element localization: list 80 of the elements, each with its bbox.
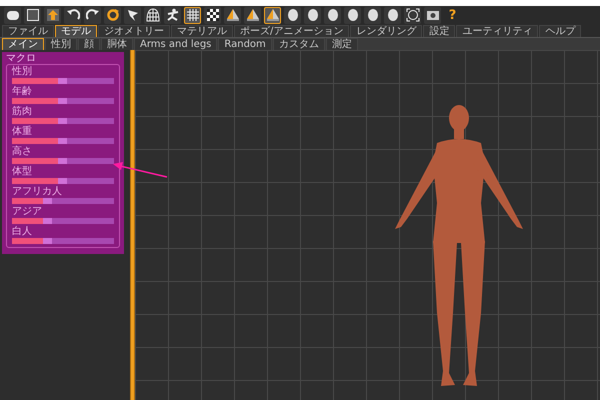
toolbar-button[interactable] [304, 6, 321, 24]
tab[interactable]: マテリアル [171, 25, 233, 37]
tab[interactable]: メイン [2, 38, 44, 50]
slider-track[interactable] [12, 158, 114, 164]
toolbar-button[interactable] [144, 6, 161, 24]
triangle-icon [266, 8, 280, 22]
triangle-icon [246, 8, 260, 22]
toolbar-button[interactable] [224, 6, 241, 24]
toolbar-button[interactable] [44, 6, 61, 24]
toolbar-button[interactable] [124, 6, 141, 24]
slider-label: 体重 [12, 125, 33, 138]
toolbar-button[interactable] [424, 6, 441, 24]
slider-label: 筋肉 [12, 105, 33, 118]
tab[interactable]: ジオメトリー [98, 25, 170, 37]
grid-icon [186, 8, 200, 22]
mesh-dome-icon [146, 8, 160, 22]
redo-icon [86, 8, 100, 22]
tab[interactable]: 性別 [45, 38, 77, 50]
tab[interactable]: 胴体 [101, 38, 133, 50]
annotation-arrow [112, 160, 168, 178]
toolbar-button[interactable] [24, 6, 41, 24]
slider-track[interactable] [12, 218, 114, 224]
toolbar-button[interactable] [384, 6, 401, 24]
slider-label: 高さ [12, 145, 33, 158]
toolbar-button[interactable] [204, 6, 221, 24]
head-icon [286, 8, 300, 22]
slider-label: 白人 [12, 225, 33, 238]
slider-track[interactable] [12, 138, 114, 144]
head-icon [306, 8, 320, 22]
square-icon [26, 8, 40, 22]
tab[interactable]: ユーティリティ [456, 25, 538, 37]
head-icon [386, 8, 400, 22]
triangle-icon [226, 8, 240, 22]
slider-track[interactable] [12, 178, 114, 184]
slider-track[interactable] [12, 198, 114, 204]
toolbar-button[interactable] [84, 6, 101, 24]
head-icon [366, 8, 380, 22]
tab[interactable]: 設定 [423, 25, 456, 37]
refresh-icon [106, 8, 120, 22]
toolbar-button[interactable] [184, 6, 201, 24]
toolbar-button[interactable] [344, 6, 361, 24]
tab[interactable]: ヘルプ [539, 25, 582, 37]
toolbar-button[interactable] [264, 6, 281, 24]
tab[interactable]: レンダリング [350, 25, 422, 37]
tab[interactable]: 測定 [326, 38, 358, 50]
slider-label: 性別 [12, 65, 33, 78]
camera-icon [426, 8, 440, 22]
undo-icon [66, 8, 80, 22]
slider-track[interactable] [12, 78, 114, 84]
tab[interactable]: ファイル [2, 25, 54, 37]
toolbar-button[interactable] [404, 6, 421, 24]
slider-label: 体型 [12, 165, 33, 178]
toolbar-button[interactable] [244, 6, 261, 24]
toolbar-button[interactable] [4, 6, 21, 24]
tab[interactable]: モデル [55, 25, 97, 37]
slider-label: アジア [12, 205, 43, 218]
up-arrow-icon [46, 8, 60, 22]
help-button[interactable]: ? [444, 6, 461, 24]
tab[interactable]: Arms and legs [134, 38, 218, 50]
slider-track[interactable] [12, 118, 114, 124]
slider-label: 年齢 [12, 85, 33, 98]
slider-track[interactable] [12, 98, 114, 104]
slider-label: アフリカ人 [12, 185, 63, 198]
tab[interactable]: カスタム [272, 38, 325, 50]
frame-icon [406, 8, 420, 22]
slider-track[interactable] [12, 238, 114, 244]
tab[interactable]: 顔 [78, 38, 100, 50]
toolbar-button[interactable] [164, 6, 181, 24]
tab[interactable]: Random [218, 38, 272, 50]
panel-title: マクロ [6, 53, 37, 64]
toolbar-button[interactable] [364, 6, 381, 24]
checkerboard-icon [206, 8, 220, 22]
toolbar-button[interactable] [284, 6, 301, 24]
head-icon [326, 8, 340, 22]
running-figure-icon [166, 8, 180, 22]
toolbar-button[interactable] [104, 6, 121, 24]
head-icon [346, 8, 360, 22]
toolbar-button[interactable] [324, 6, 341, 24]
toolbar-button[interactable] [64, 6, 81, 24]
tab[interactable]: ポーズ/アニメーション [234, 25, 350, 37]
